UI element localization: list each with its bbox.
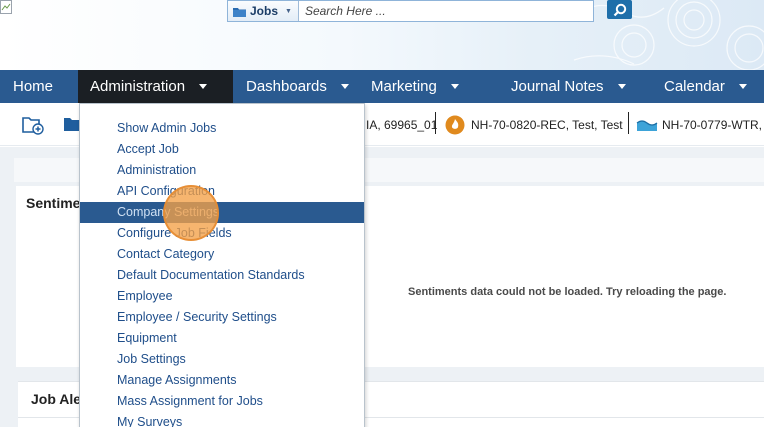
nav-marketing[interactable]: Marketing: [358, 70, 498, 103]
search-scope-label: Jobs: [250, 4, 279, 18]
search-button[interactable]: [607, 0, 632, 19]
recent-job-label: IA, 69965_01: [366, 118, 438, 132]
menu-item-equipment[interactable]: Equipment: [80, 328, 364, 349]
recent-job-item[interactable]: NH-70-0779-WTR,: [636, 113, 762, 137]
separator: [435, 112, 436, 134]
water-icon: [636, 120, 658, 131]
nav-administration[interactable]: Administration: [78, 70, 233, 103]
recent-job-item[interactable]: IA, 69965_01: [366, 113, 437, 137]
nav-home-label: Home: [13, 78, 54, 95]
nav-dashboards[interactable]: Dashboards: [233, 70, 358, 103]
search-input[interactable]: [298, 1, 593, 21]
caret-down-icon: [617, 84, 626, 89]
nav-marketing-label: Marketing: [371, 78, 437, 95]
nav-home[interactable]: Home: [0, 70, 78, 103]
global-search: Jobs ▼: [227, 0, 594, 22]
separator: [628, 112, 629, 134]
menu-item-my-surveys[interactable]: My Surveys: [80, 412, 364, 427]
menu-item-mass-assignment-for-jobs[interactable]: Mass Assignment for Jobs: [80, 391, 364, 412]
menu-item-job-settings[interactable]: Job Settings: [80, 349, 364, 370]
menu-item-manage-assignments[interactable]: Manage Assignments: [80, 370, 364, 391]
menu-item-configure-job-fields[interactable]: Configure Job Fields: [80, 223, 364, 244]
menu-item-accept-job[interactable]: Accept Job: [80, 139, 364, 160]
main-nav: Home Administration Dashboards Marketing…: [0, 70, 764, 103]
nav-calendar[interactable]: Calendar: [651, 70, 764, 103]
nav-journal-notes[interactable]: Journal Notes: [498, 70, 651, 103]
administration-menu: Show Admin Jobs Accept Job Administratio…: [79, 103, 365, 427]
menu-item-contact-category[interactable]: Contact Category: [80, 244, 364, 265]
recent-job-item[interactable]: NH-70-0820-REC, Test, Test: [445, 113, 623, 137]
recent-job-label: NH-70-0779-WTR,: [662, 118, 763, 132]
header: Jobs ▼: [0, 0, 764, 70]
menu-item-employee-security-settings[interactable]: Employee / Security Settings: [80, 307, 364, 328]
caret-down-icon: [450, 84, 459, 89]
caret-down-icon: [738, 84, 747, 89]
nav-calendar-label: Calendar: [664, 78, 725, 95]
caret-down-icon: [199, 84, 208, 89]
nav-administration-label: Administration: [90, 78, 186, 95]
nav-dashboards-label: Dashboards: [246, 78, 327, 95]
nav-journal-notes-label: Journal Notes: [511, 78, 604, 95]
folder-icon: [233, 7, 246, 17]
search-scope-dropdown[interactable]: Jobs ▼: [228, 1, 299, 21]
menu-item-administration[interactable]: Administration: [80, 160, 364, 181]
chevron-down-icon: ▼: [285, 7, 292, 15]
new-job-icon[interactable]: [22, 115, 44, 135]
search-icon: [613, 3, 626, 16]
sentiments-panel-title: Sentime: [26, 195, 81, 211]
menu-item-api-configuration[interactable]: API Configuration: [80, 181, 364, 202]
fire-icon: [445, 115, 465, 135]
recent-job-label: NH-70-0820-REC, Test, Test: [471, 118, 623, 132]
broken-image-icon: [0, 0, 12, 14]
menu-item-company-settings[interactable]: Company Settings: [80, 202, 364, 223]
sentiments-error-message: Sentiments data could not be loaded. Try…: [408, 286, 727, 298]
menu-item-show-admin-jobs[interactable]: Show Admin Jobs: [80, 118, 364, 139]
menu-item-employee[interactable]: Employee: [80, 286, 364, 307]
caret-down-icon: [340, 84, 349, 89]
menu-item-default-documentation-standards[interactable]: Default Documentation Standards: [80, 265, 364, 286]
